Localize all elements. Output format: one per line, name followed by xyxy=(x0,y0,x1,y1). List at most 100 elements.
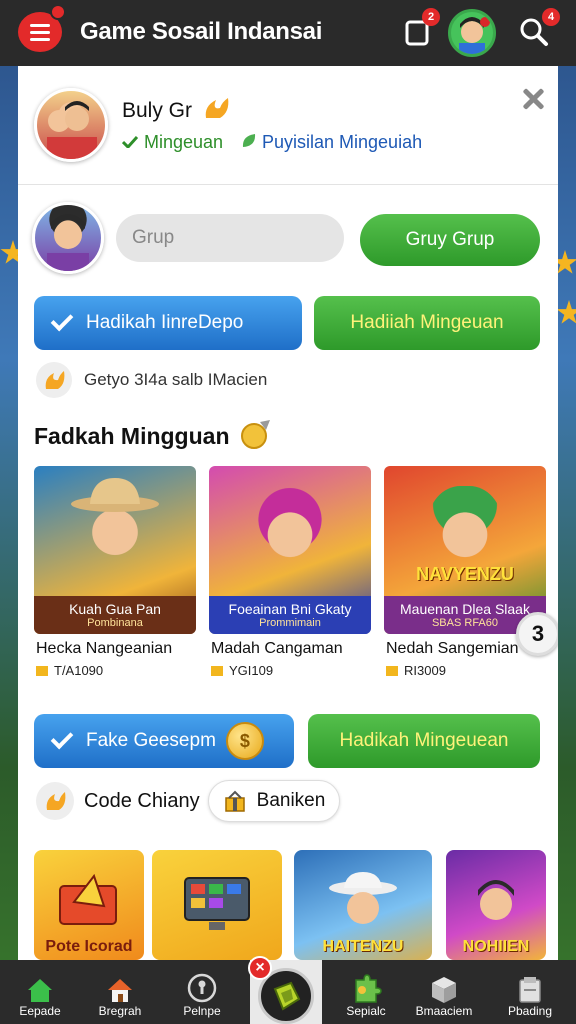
nav-item-bmaaciem[interactable]: Bmaaciem xyxy=(412,960,476,1024)
card-band-subtitle: SBAS RFA60 xyxy=(431,617,499,629)
house-icon xyxy=(108,979,132,1002)
profile-name: Buly Gr xyxy=(122,96,230,123)
star-decoration xyxy=(556,300,576,324)
nav-item-pbading[interactable]: Pbading xyxy=(500,960,560,1024)
card-value: YGI109 xyxy=(211,663,273,678)
hat-icon xyxy=(71,478,159,512)
check-icon xyxy=(50,726,74,750)
nav-label: Pbading xyxy=(507,1004,553,1018)
profile-tag1-text: Mingeuan xyxy=(144,132,224,152)
card-band-title: Kuah Gua Pan xyxy=(69,601,161,617)
card-band-subtitle: Prommimain xyxy=(259,617,321,629)
card-band: Kuah Gua Pan Pombinana xyxy=(34,596,196,634)
code-label: Code Chiany xyxy=(84,790,200,812)
nav-item-sepialc[interactable]: Sepialc xyxy=(336,960,396,1024)
nav-label: Bregrah xyxy=(98,1004,142,1018)
code-chip-label: Baniken xyxy=(256,790,326,811)
card-band-subtitle: Pombinana xyxy=(87,617,143,629)
user-avatar-large xyxy=(32,202,104,274)
user-avatar-icon xyxy=(459,17,490,54)
monitor-icon xyxy=(184,877,250,930)
game-tile[interactable] xyxy=(152,850,282,960)
box-icon xyxy=(432,977,456,1003)
leaf-icon xyxy=(242,134,256,147)
notifications-badge: 2 xyxy=(422,8,440,26)
app-title: Game Sosail Indansai xyxy=(80,18,323,45)
game-tile[interactable]: Pote Icorad xyxy=(34,850,144,960)
card-band-title: Foeainan Bni Gkaty xyxy=(228,601,352,617)
join-group-button[interactable]: Gruy Grup xyxy=(360,214,540,266)
nav-item-pelnpe[interactable]: Pelnpe xyxy=(172,960,232,1024)
close-badge-icon[interactable]: × xyxy=(248,956,272,980)
divider xyxy=(18,184,558,185)
package-icon xyxy=(519,977,541,1003)
card-value: RI3009 xyxy=(386,663,446,678)
flame-icon xyxy=(46,792,66,810)
tile-label: Pote Icorad xyxy=(45,938,133,955)
profile-name-text: Buly Gr xyxy=(122,99,193,122)
profile-tag-weekly: Mingeuan xyxy=(121,132,224,153)
user-avatar[interactable] xyxy=(448,9,496,57)
reward-deposit-button[interactable]: Hadikah IinreDepo xyxy=(34,296,302,350)
info-text: Getyo 3I4a salb IMacien xyxy=(84,370,268,389)
nav-label: Eepade xyxy=(19,1004,61,1018)
coin-count-badge: 3 xyxy=(516,612,558,656)
card-hero-image xyxy=(428,486,502,570)
group-input[interactable]: Grup xyxy=(116,214,344,262)
nav-item-home[interactable]: Eepade xyxy=(12,960,68,1024)
group-input-placeholder: Grup xyxy=(132,227,175,248)
card-name: Hecka Nangeanian xyxy=(36,640,173,657)
nav-item-bregrah[interactable]: Bregrah xyxy=(88,960,152,1024)
envelope-icon xyxy=(59,873,117,925)
card-value: T/A1090 xyxy=(36,663,103,678)
card-hero-image xyxy=(253,486,327,570)
check-icon xyxy=(50,308,74,332)
menu-notification-dot xyxy=(50,4,66,20)
tile-label: HAITENZU xyxy=(322,938,404,955)
section-title-text: Fadkah Mingguan xyxy=(34,423,230,449)
fake-deposit-button[interactable]: Fake Geesepm $ xyxy=(34,714,294,768)
card-name: Madah Cangaman xyxy=(211,640,343,657)
code-chip-button[interactable]: Baniken xyxy=(208,780,340,822)
card-name: Nedah Sangemian xyxy=(386,640,519,657)
reward-card[interactable]: Kuah Gua Pan Pombinana xyxy=(34,466,196,634)
weekly-reward-button-2[interactable]: Hadikah Mingeuean xyxy=(308,714,540,768)
nav-label: Bmaaciem xyxy=(415,1004,473,1018)
reward-deposit-label: Hadikah IinreDepo xyxy=(86,312,244,333)
nav-label: Sepialc xyxy=(346,1004,386,1018)
puzzle-icon xyxy=(355,974,382,1003)
main-panel: Buly Gr Mingeuan Puyisilan Mingeuiah Gru… xyxy=(18,66,558,960)
joystick-icon xyxy=(187,973,217,1003)
close-button[interactable] xyxy=(518,84,548,114)
home-icon xyxy=(28,979,52,1002)
profile-tag-status: Puyisilan Mingeuiah xyxy=(240,132,422,153)
coin-icon: $ xyxy=(225,722,264,760)
nav-label: Pelnpe xyxy=(183,1004,221,1018)
card-overlay-title: NAVYENZU xyxy=(416,564,514,584)
group-avatar-icon xyxy=(47,101,97,159)
card-band: Foeainan Bni Gkaty Prommimain xyxy=(209,596,371,634)
code-avatar-icon xyxy=(36,782,74,820)
character-hat-icon xyxy=(329,872,397,924)
nav-center-button[interactable]: × xyxy=(248,956,322,1024)
gem-icon xyxy=(273,981,301,1011)
search-badge: 4 xyxy=(542,8,560,26)
top-bar: Game Sosail Indansai 2 4 xyxy=(0,0,576,66)
coin-ribbon-icon xyxy=(240,420,270,449)
reward-card[interactable]: NAVYENZU Mauenan Dlea Slaak SBAS RFA60 xyxy=(384,466,546,634)
game-tile[interactable]: NOHIIEN xyxy=(446,850,546,960)
info-avatar-icon xyxy=(36,362,72,398)
flame-icon xyxy=(45,371,65,389)
boy-avatar-icon xyxy=(47,214,89,271)
gift-icon xyxy=(224,790,245,812)
character-boy-icon xyxy=(478,880,514,920)
profile-tag2-text: Puyisilan Mingeuiah xyxy=(262,132,423,152)
group-avatar[interactable] xyxy=(34,88,108,162)
tile-label: NOHIIEN xyxy=(462,938,530,955)
weekly-reward-button[interactable]: Hadiiah Mingeuan xyxy=(314,296,540,350)
reward-card[interactable]: Foeainan Bni Gkaty Prommimain xyxy=(209,466,371,634)
section-title: Fadkah Mingguan xyxy=(34,418,274,450)
flame-badge-icon xyxy=(205,98,229,118)
check-small-icon xyxy=(121,135,139,150)
game-tile[interactable]: HAITENZU xyxy=(294,850,432,960)
